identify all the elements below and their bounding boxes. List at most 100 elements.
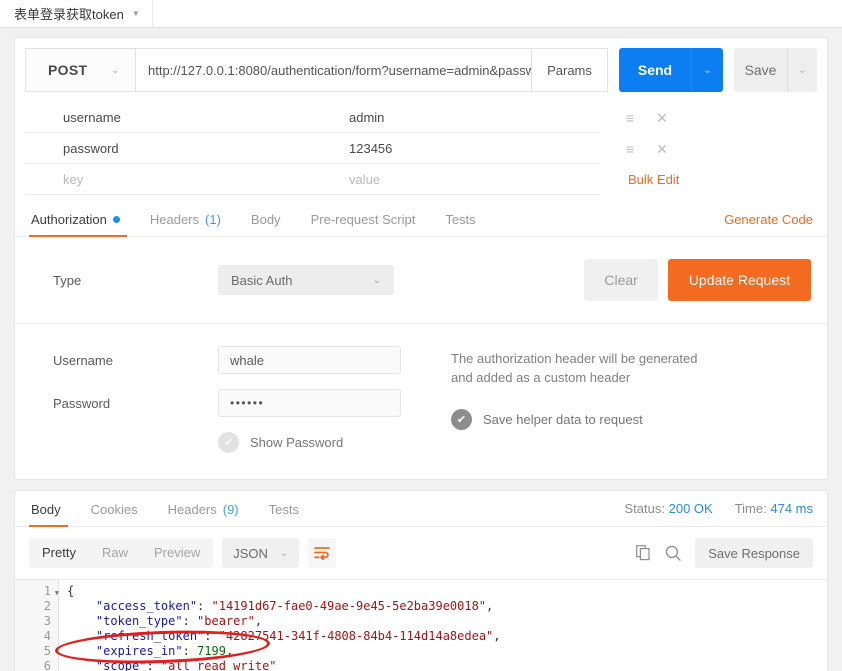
code-token: "refresh_token" xyxy=(67,629,205,643)
tab-label: Headers xyxy=(167,502,217,517)
auth-hint-line-1: The authorization header will be generat… xyxy=(451,351,698,366)
username-row: Username whale xyxy=(31,346,451,374)
generate-code-button[interactable]: Generate Code xyxy=(724,212,813,236)
code-token: , xyxy=(225,644,234,658)
password-input[interactable]: •••••• xyxy=(218,389,401,417)
line-number: 5 xyxy=(43,644,51,658)
show-password-checkbox[interactable]: ✔ xyxy=(218,432,239,453)
save-helper-label: Save helper data to request xyxy=(483,412,643,427)
param-value-input[interactable]: admin xyxy=(311,102,600,133)
code-token: "scope" xyxy=(67,659,147,671)
param-remove-icon[interactable]: ✕ xyxy=(656,142,668,156)
view-mode-pretty[interactable]: Pretty xyxy=(29,538,89,568)
code-line: "refresh_token": "42827541-341f-4808-84b… xyxy=(67,629,827,644)
chevron-down-icon: ⌄ xyxy=(372,274,381,286)
code-token: , xyxy=(486,599,494,613)
password-masked-value: •••••• xyxy=(230,396,265,410)
param-key-input-empty[interactable]: key xyxy=(25,164,311,195)
param-row-actions: ≡ ✕ xyxy=(600,111,817,125)
code-token: : xyxy=(182,614,198,628)
auth-type-select[interactable]: Basic Auth ⌄ xyxy=(218,265,394,295)
save-options-chevron-icon[interactable]: ⌄ xyxy=(787,48,817,92)
response-panel: Body Cookies Headers (9) Tests Status: 2… xyxy=(14,490,828,671)
save-response-button[interactable]: Save Response xyxy=(695,538,813,568)
table-row: password 123456 ≡ ✕ xyxy=(25,133,817,164)
response-format-select[interactable]: JSON ⌄ xyxy=(222,538,300,568)
code-line: "scope": "all read write" xyxy=(67,659,827,671)
tab-body[interactable]: Body xyxy=(236,212,296,236)
response-tab-headers[interactable]: Headers (9) xyxy=(153,502,254,526)
save-helper-checkbox[interactable]: ✔ xyxy=(451,409,472,430)
show-password-row: ✔ Show Password xyxy=(31,432,451,453)
save-button-group: Save ⌄ xyxy=(734,48,817,92)
send-button-group: Send ⌄ xyxy=(619,48,723,92)
view-mode-preview[interactable]: Preview xyxy=(141,538,213,568)
param-value-input[interactable]: 123456 xyxy=(311,133,600,164)
view-mode-raw[interactable]: Raw xyxy=(89,538,141,568)
tab-authorization[interactable]: Authorization xyxy=(29,212,135,237)
save-button[interactable]: Save xyxy=(734,48,787,92)
tab-label: Tests xyxy=(445,212,476,227)
auth-credentials-section: Username whale Password •••••• ✔ Show Pa… xyxy=(15,324,827,479)
update-request-button[interactable]: Update Request xyxy=(667,259,811,301)
auth-type-value: Basic Auth xyxy=(231,272,293,288)
code-token: "expires_in" xyxy=(67,644,183,658)
username-input[interactable]: whale xyxy=(218,346,401,374)
response-toolbar: Pretty Raw Preview JSON ⌄ Save Response xyxy=(15,527,827,579)
code-token: "42827541-341f-4808-84b4-114d14a8edea" xyxy=(218,629,494,643)
code-token: : xyxy=(146,659,161,671)
line-number-gutter: 1▼234567 xyxy=(15,580,59,671)
time-value: 474 ms xyxy=(770,501,813,516)
tab-label: Headers xyxy=(149,212,200,227)
code-line: "expires_in": 7199, xyxy=(67,644,827,659)
param-row-actions: Bulk Edit xyxy=(600,172,817,187)
param-value-input-empty[interactable]: value xyxy=(311,164,600,195)
param-remove-icon[interactable]: ✕ xyxy=(656,111,668,125)
page-body: POST ⌄ http://127.0.0.1:8080/authenticat… xyxy=(0,28,842,671)
send-button[interactable]: Send xyxy=(619,48,691,92)
code-token: "access_token" xyxy=(67,599,198,613)
tab-label: Authorization xyxy=(31,212,107,227)
request-tab-title: 表单登录获取token xyxy=(14,7,124,22)
time-badge: Time: 474 ms xyxy=(735,501,813,516)
response-body-viewer[interactable]: 1▼234567 { "access_token": "14191d67-fae… xyxy=(15,579,827,671)
copy-icon[interactable] xyxy=(636,545,651,561)
code-token: "14191d67-fae0-49ae-9e45-5e2ba39e0018" xyxy=(211,599,487,613)
auth-hint-section: The authorization header will be generat… xyxy=(451,346,811,453)
response-tab-tests[interactable]: Tests xyxy=(254,502,314,526)
tab-tests[interactable]: Tests xyxy=(430,212,490,236)
code-token: : xyxy=(197,599,212,613)
auth-active-dot-icon xyxy=(112,216,120,223)
response-tab-cookies[interactable]: Cookies xyxy=(76,502,153,526)
tab-headers[interactable]: Headers (1) xyxy=(135,212,236,236)
tab-pre-request-script[interactable]: Pre-request Script xyxy=(296,212,431,236)
url-input[interactable]: http://127.0.0.1:8080/authentication/for… xyxy=(135,48,532,92)
word-wrap-icon[interactable] xyxy=(308,538,337,568)
bulk-edit-button[interactable]: Bulk Edit xyxy=(624,172,679,187)
username-label: Username xyxy=(53,352,113,368)
chevron-down-icon: ⌄ xyxy=(279,547,289,559)
param-key-input[interactable]: password xyxy=(25,133,311,164)
code-token: , xyxy=(254,614,263,628)
response-tab-body[interactable]: Body xyxy=(29,502,76,527)
code-token: "bearer" xyxy=(197,614,255,628)
table-row-empty: key value Bulk Edit xyxy=(25,164,817,195)
view-mode-switch: Pretty Raw Preview xyxy=(29,538,214,568)
tab-label: Tests xyxy=(268,502,299,517)
tab-label: Body xyxy=(31,502,61,517)
param-menu-icon[interactable]: ≡ xyxy=(624,111,636,125)
line-number: 1 ▼ xyxy=(15,584,59,599)
clear-button[interactable]: Clear xyxy=(584,259,658,301)
search-icon[interactable] xyxy=(665,545,681,561)
response-body-code[interactable]: { "access_token": "14191d67-fae0-49ae-9e… xyxy=(59,580,827,671)
param-menu-icon[interactable]: ≡ xyxy=(624,142,636,156)
password-row: Password •••••• xyxy=(31,389,451,417)
request-tab[interactable]: 表单登录获取token ▼ xyxy=(0,0,153,27)
chevron-down-icon[interactable]: ▼ xyxy=(132,9,140,18)
params-button[interactable]: Params xyxy=(532,48,608,92)
http-method-selector[interactable]: POST ⌄ xyxy=(25,48,135,92)
param-key-input[interactable]: username xyxy=(25,102,311,133)
send-options-chevron-icon[interactable]: ⌄ xyxy=(691,48,723,92)
auth-type-label: Type xyxy=(53,272,82,288)
chevron-down-icon: ⌄ xyxy=(111,64,119,75)
